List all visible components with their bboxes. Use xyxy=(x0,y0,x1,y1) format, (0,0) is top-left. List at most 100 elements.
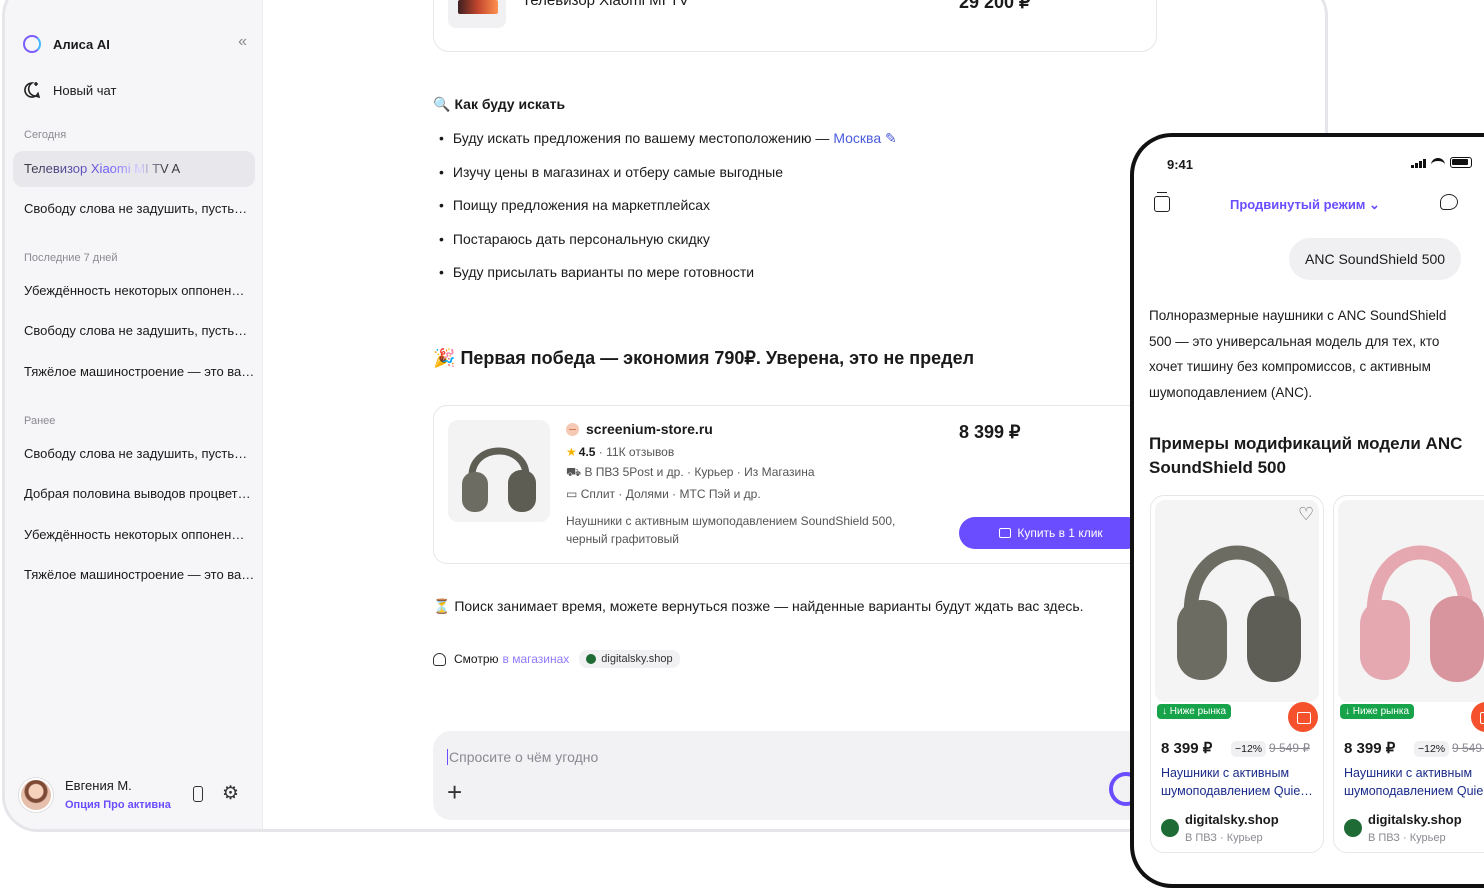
chat-title: Телевизор Xiaomi MI TV A xyxy=(24,161,181,176)
message-composer[interactable]: Спросите о чём угодно + xyxy=(433,731,1193,820)
alice-icon xyxy=(433,652,446,666)
sidebar-chat-item[interactable]: Убеждённость некоторых оппонен… xyxy=(13,273,255,309)
discount-badge: −12% xyxy=(1414,741,1450,757)
truck-icon: ⛟ xyxy=(566,465,582,479)
new-chat-label: Новый чат xyxy=(53,82,117,98)
battery-icon xyxy=(1450,157,1472,168)
rating: ★ 4.5 · 11К отзывов xyxy=(566,445,675,459)
offer-card[interactable]: screenium-store.ru ★ 4.5 · 11К отзывов ⛟ … xyxy=(433,405,1173,564)
chip-label: digitalsky.shop xyxy=(601,653,673,665)
menu-icon[interactable] xyxy=(1154,192,1170,212)
list-item: Постараюсь дать персональную скидку xyxy=(439,229,897,263)
rating-value: 4.5 xyxy=(578,445,596,459)
sidebar: Алиса AI « Новый чат Сегодня Телевизор X… xyxy=(5,0,263,829)
group-today: Сегодня xyxy=(24,129,67,141)
mode-selector[interactable]: Продвинутый режим ⌄ xyxy=(1230,197,1380,213)
wifi-icon xyxy=(1431,157,1445,168)
previous-product-card[interactable]: Телевизор Xiaomi MI TV 29 200 ₽ xyxy=(433,0,1157,52)
how-title: Как буду искать xyxy=(454,96,566,112)
phone-icon[interactable] xyxy=(193,786,203,802)
product-card[interactable]: ↓ Ниже рынка 8 399 ₽ −12% 9 549 ₽ Наушни… xyxy=(1333,495,1484,853)
delivery-options: В ПВЗ · Курьер xyxy=(1185,832,1263,844)
status-icons xyxy=(1411,157,1472,168)
reviews-count: 11К отзывов xyxy=(606,445,675,459)
new-chat-button[interactable]: Новый чат xyxy=(23,81,116,99)
sidebar-header: Алиса AI « xyxy=(23,33,247,55)
win-title: Первая победа — экономия 790₽. Уверена, … xyxy=(460,348,975,368)
sidebar-chat-item[interactable]: Телевизор Xiaomi MI TV A xyxy=(13,151,255,187)
user-name: Евгения М. xyxy=(65,778,132,793)
product-image xyxy=(1155,500,1319,702)
cart-icon[interactable] xyxy=(1471,702,1484,732)
modifications-heading: Примеры модификаций модели ANC SoundShie… xyxy=(1149,434,1463,477)
offer-price: 8 399 ₽ xyxy=(959,422,1021,442)
avatar[interactable] xyxy=(19,778,53,812)
party-icon: 🎉 xyxy=(433,348,456,368)
phone-mockup: 9:41 Продвинутый режим ⌄ ANC SoundShield… xyxy=(1130,133,1484,888)
below-market-badge: ↓ Ниже рынка xyxy=(1340,704,1415,719)
attach-icon[interactable]: + xyxy=(447,777,462,808)
watching-label: Смотрю xyxy=(454,652,499,666)
sidebar-chat-item[interactable]: Свободу слова не задушить, пусть… xyxy=(13,191,255,227)
group-earlier: Ранее xyxy=(24,415,56,427)
search-plan-list: Буду искать предложения по вашему местоп… xyxy=(439,128,897,296)
cart-icon[interactable] xyxy=(1288,702,1318,732)
search-note-text: Поиск занимает время, можете вернуться п… xyxy=(454,598,1084,614)
old-price: 9 549 ₽ xyxy=(1452,741,1484,755)
watching-where: в магазинах xyxy=(502,652,570,666)
list-item: Буду искать предложения по вашему местоп… xyxy=(439,128,897,162)
discount-badge: −12% xyxy=(1231,741,1267,757)
list-item: Поищу предложения на маркетплейсах xyxy=(439,195,897,229)
new-chat-icon xyxy=(24,82,41,99)
product-card[interactable]: ♡ ↓ Ниже рынка 8 399 ₽ −12% 9 549 ₽ Науш… xyxy=(1150,495,1324,853)
first-win-heading: 🎉 Первая победа — экономия 790₽. Уверена… xyxy=(433,348,974,369)
sidebar-chat-item[interactable]: Тяжёлое машиностроение — это ва… xyxy=(13,354,255,390)
product-image xyxy=(1338,500,1484,702)
list-item: Изучу цены в магазинах и отберу самые вы… xyxy=(439,162,897,196)
signal-icon xyxy=(1411,158,1426,168)
product-title[interactable]: Наушники с активным шумоподавлением Quie… xyxy=(1161,764,1319,800)
magnifier-icon: 🔍 xyxy=(433,96,451,112)
gear-icon[interactable]: ⚙ xyxy=(222,782,239,805)
store-name: screenium-store.ru xyxy=(586,421,713,437)
store-chip[interactable]: digitalsky.shop xyxy=(579,650,680,668)
new-chat-icon[interactable] xyxy=(1440,194,1458,210)
old-price: 9 549 ₽ xyxy=(1269,741,1310,755)
sidebar-chat-item[interactable]: Убеждённость некоторых оппонен… xyxy=(13,517,255,553)
store-link[interactable]: screenium-store.ru xyxy=(566,421,713,437)
group-last-7-days: Последние 7 дней xyxy=(24,252,118,264)
message-input[interactable]: Спросите о чём угодно xyxy=(447,749,598,765)
buy-one-click-button[interactable]: Купить в 1 клик xyxy=(959,517,1143,549)
price: 8 399 ₽ xyxy=(1344,740,1396,757)
star-icon: ★ xyxy=(566,445,577,459)
user-profile[interactable]: Евгения М. Опция Про активна ⚙ xyxy=(19,778,249,814)
edit-icon[interactable]: ✎ xyxy=(885,130,897,146)
alice-logo-icon xyxy=(23,35,41,53)
sidebar-chat-item[interactable]: Добрая половина выводов процвет… xyxy=(13,476,255,512)
collapse-sidebar-icon[interactable]: « xyxy=(238,33,247,51)
app-title: Алиса AI xyxy=(53,36,110,52)
card-icon: ▭ xyxy=(566,487,578,501)
product-title[interactable]: Наушники с активным шумоподавлением Quie… xyxy=(1344,764,1484,800)
below-market-badge: ↓ Ниже рынка xyxy=(1157,704,1232,719)
sidebar-chat-item[interactable]: Свободу слова не задушить, пусть… xyxy=(13,436,255,472)
sidebar-chat-item[interactable]: Тяжёлое машиностроение — это ва… xyxy=(13,557,255,593)
how-i-search-heading: 🔍 Как буду искать xyxy=(433,96,565,113)
pro-status: Опция Про активна xyxy=(65,799,171,811)
delivery-text: В ПВЗ 5Post и др. · Курьер · Из Магазина xyxy=(584,465,815,479)
sidebar-chat-item[interactable]: Свободу слова не задушить, пусть… xyxy=(13,313,255,349)
delivery-options: В ПВЗ · Курьер xyxy=(1368,832,1446,844)
tv-thumbnail xyxy=(448,0,506,28)
store-logo-icon xyxy=(1344,819,1362,837)
delivery-info: ⛟ В ПВЗ 5Post и др. · Курьер · Из Магази… xyxy=(566,465,815,481)
store-name[interactable]: digitalsky.shop xyxy=(1185,812,1279,827)
price: 8 399 ₽ xyxy=(1161,740,1213,757)
list-item: Буду присылать варианты по мере готовнос… xyxy=(439,262,897,296)
payment-info: ▭ Сплит · Долями · МТС Пэй и др. xyxy=(566,487,761,501)
hourglass-icon: ⏳ xyxy=(433,598,451,614)
store-name[interactable]: digitalsky.shop xyxy=(1368,812,1462,827)
location-link[interactable]: Москва xyxy=(833,130,881,146)
heart-icon[interactable]: ♡ xyxy=(1298,504,1314,525)
watching-status: Смотрю в магазинах digitalsky.shop xyxy=(433,650,680,668)
product-name: Телевизор Xiaomi MI TV xyxy=(522,0,689,9)
